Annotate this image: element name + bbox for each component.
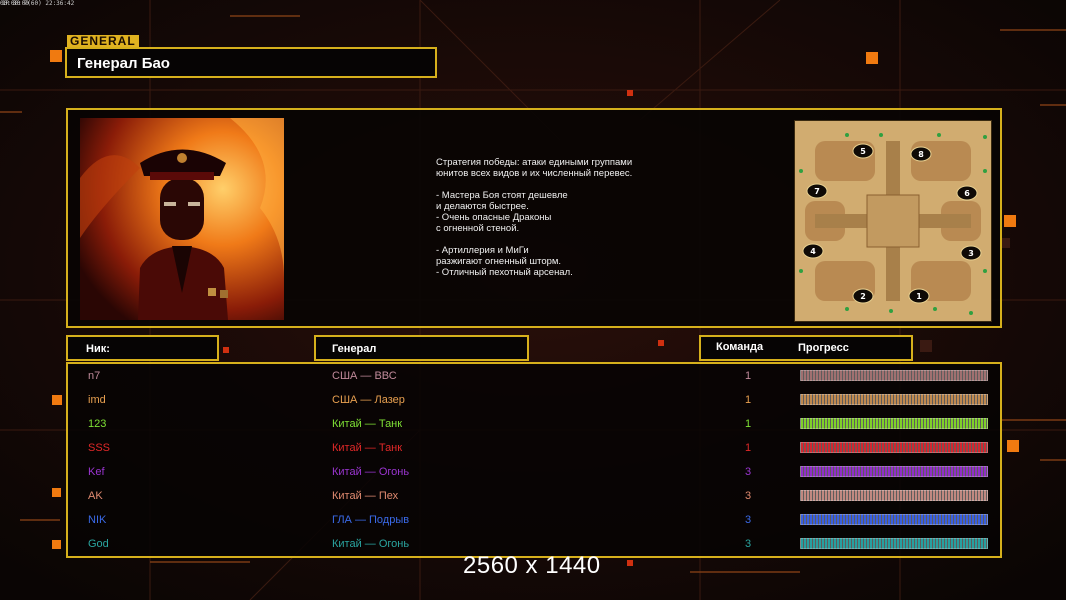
header-team-progress: Команда Прогресс bbox=[699, 335, 913, 361]
map-slot-label: 1 bbox=[916, 292, 922, 301]
map-slot-label: 7 bbox=[814, 187, 820, 196]
header-general-label: Генерал bbox=[332, 343, 377, 355]
progress-bar bbox=[800, 490, 988, 501]
resolution-label: 2560 x 1440 bbox=[463, 552, 601, 579]
progress-bar bbox=[800, 442, 988, 453]
strategy-line: Стратегия победы: атаки едиными группами bbox=[436, 157, 633, 168]
players-list: n7 США — ВВС 1 imd США — Лазер 1 123 Китай — Та… bbox=[66, 362, 1002, 558]
map-slot-label: 5 bbox=[860, 147, 866, 156]
player-nick: n7 bbox=[88, 370, 101, 382]
map-slot-label: 6 bbox=[964, 189, 970, 198]
player-nick: Kef bbox=[88, 466, 105, 478]
general-name: Генерал Бао bbox=[77, 55, 170, 72]
player-nick: God bbox=[88, 538, 109, 550]
general-portrait bbox=[80, 118, 284, 320]
strategy-line: - Артиллерия и МиГи bbox=[436, 245, 529, 256]
map-slot-label: 3 bbox=[968, 249, 974, 258]
strategy-description: Стратегия победы: атаки едиными группами… bbox=[436, 157, 696, 278]
strategy-line bbox=[436, 234, 696, 245]
strategy-line bbox=[436, 179, 696, 190]
header-progress-label: Прогресс bbox=[798, 342, 849, 354]
strategy-line: юнитов всех видов и их численный перевес… bbox=[436, 168, 633, 179]
player-team: 3 bbox=[745, 538, 752, 550]
general-name-box: Генерал Бао bbox=[65, 47, 437, 78]
map-slot-label: 4 bbox=[810, 247, 816, 256]
map-slot-label: 2 bbox=[860, 292, 866, 301]
player-row[interactable]: Kef Китай — Огонь 3 bbox=[68, 462, 1004, 486]
player-general: Китай — Пех bbox=[332, 490, 399, 502]
player-nick: imd bbox=[88, 394, 106, 406]
player-general: ГЛА — Подрыв bbox=[332, 514, 410, 526]
player-nick: AK bbox=[88, 490, 103, 502]
player-team: 1 bbox=[745, 370, 752, 382]
player-row[interactable]: NIK ГЛА — Подрыв 3 bbox=[68, 510, 1004, 534]
player-team: 3 bbox=[745, 514, 752, 526]
player-general: Китай — Танк bbox=[332, 442, 403, 454]
player-team: 1 bbox=[745, 418, 752, 430]
clock-readout: 00:00:00 bbox=[0, 0, 29, 7]
strategy-line: - Очень опасные Драконы bbox=[436, 212, 552, 223]
player-general: Китай — Огонь bbox=[332, 538, 410, 550]
strategy-line: и делаются быстрее. bbox=[436, 201, 529, 212]
player-nick: NIK bbox=[88, 514, 107, 526]
player-general: Китай — Огонь bbox=[332, 466, 410, 478]
strategy-line: с огненной стеной. bbox=[436, 223, 520, 234]
progress-bar bbox=[800, 418, 988, 429]
player-nick: 123 bbox=[88, 418, 107, 430]
player-general: США — Лазер bbox=[332, 394, 405, 406]
progress-bar bbox=[800, 466, 988, 477]
player-team: 1 bbox=[745, 394, 752, 406]
progress-bar bbox=[800, 514, 988, 525]
map-preview[interactable]: 1 2 3 4 5 6 7 8 bbox=[794, 120, 992, 322]
header-general: Генерал bbox=[314, 335, 529, 361]
progress-bar bbox=[800, 370, 988, 381]
header-nick: Ник: bbox=[66, 335, 219, 361]
strategy-line: - Отличный пехотный арсенал. bbox=[436, 267, 573, 278]
player-row[interactable]: 123 Китай — Танк 1 bbox=[68, 414, 1004, 438]
strategy-line: - Мастера Боя стоят дешевле bbox=[436, 190, 568, 201]
player-row[interactable]: n7 США — ВВС 1 bbox=[68, 366, 1004, 390]
progress-bar bbox=[800, 394, 988, 405]
header-team-label: Команда bbox=[716, 341, 764, 353]
progress-bar bbox=[800, 538, 988, 549]
player-nick: SSS bbox=[88, 442, 111, 454]
header-nick-label: Ник: bbox=[86, 343, 110, 355]
strategy-line: разжигают огненный шторм. bbox=[436, 256, 562, 267]
player-row[interactable]: SSS Китай — Танк 1 bbox=[68, 438, 1004, 462]
player-team: 3 bbox=[745, 490, 752, 502]
player-general: США — ВВС bbox=[332, 370, 397, 382]
player-general: Китай — Танк bbox=[332, 418, 403, 430]
player-row[interactable]: imd США — Лазер 1 bbox=[68, 390, 1004, 414]
player-team: 3 bbox=[745, 466, 752, 478]
player-row[interactable]: AK Китай — Пех 3 bbox=[68, 486, 1004, 510]
player-team: 1 bbox=[745, 442, 752, 454]
map-slot-label: 8 bbox=[918, 150, 924, 159]
